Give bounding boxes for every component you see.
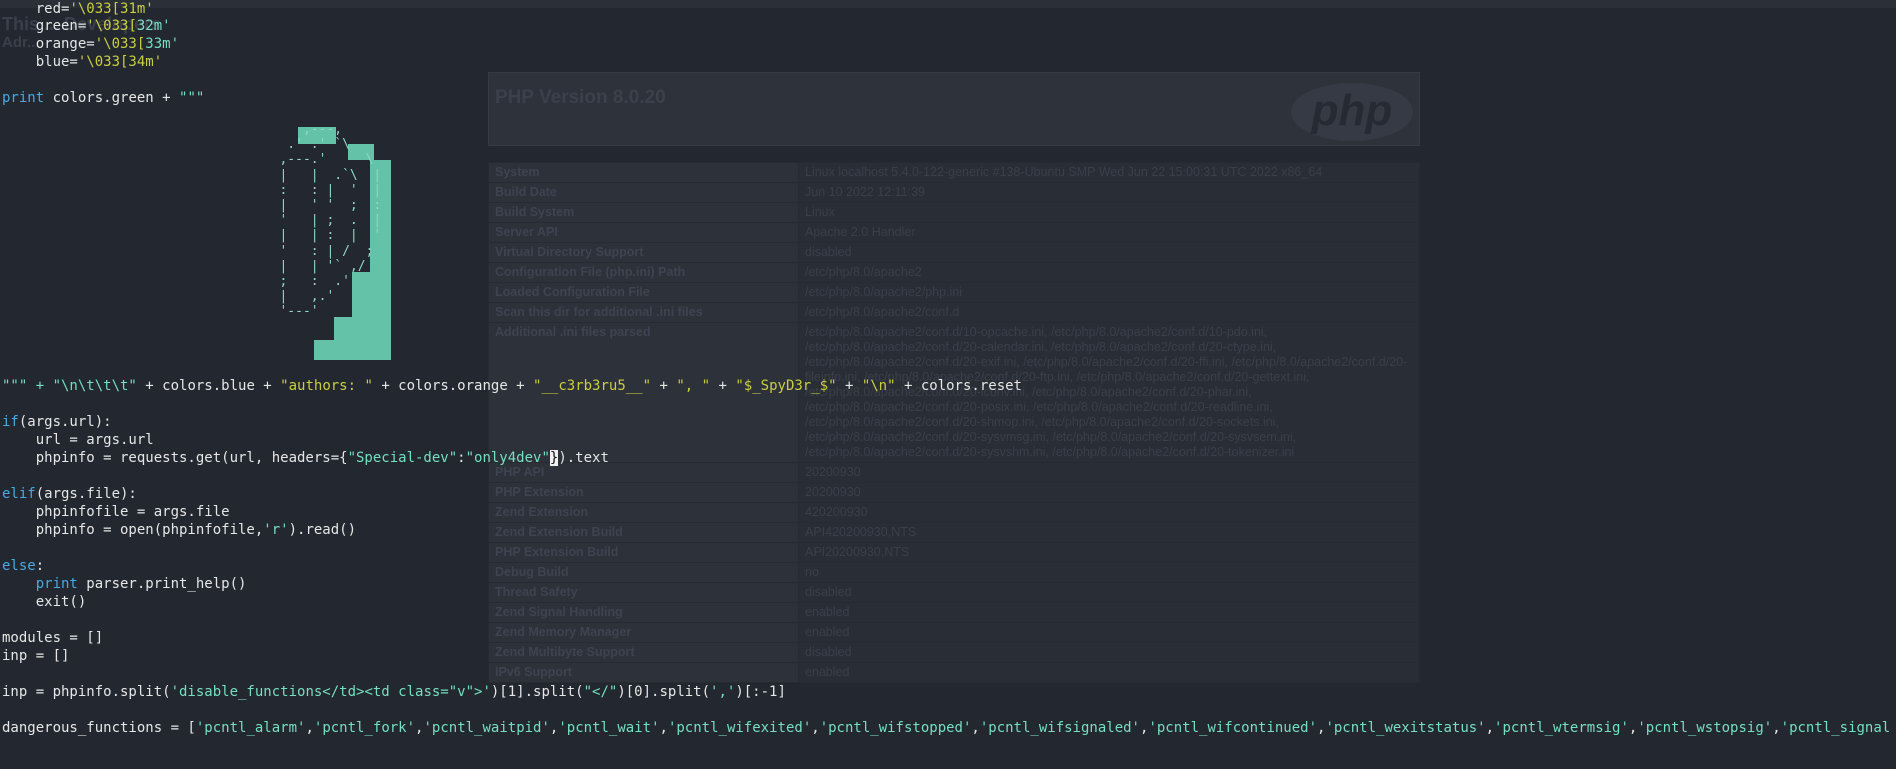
code-line-open: phpinfo = open(phpinfofile,'r').read() [2, 522, 357, 538]
banner-segment: "\n" [861, 378, 896, 394]
dangerous-function-item: 'pcntl_signal' [1780, 720, 1892, 736]
dangerous-function-item: 'pcntl_wifstopped' [819, 720, 972, 736]
code-line-orange: orange='\033[33m' [2, 36, 180, 52]
banner-segment: "authors: " [280, 378, 373, 394]
banner-segment: + [836, 378, 862, 394]
terminal-editor[interactable]: red='\033[31m' green='\033[32m' orange='… [0, 0, 1896, 769]
code-line-blue: blue='\033[34m' [2, 54, 163, 70]
banner-segment: + colors.reset [895, 378, 1022, 394]
banner-segment: + colors.blue + [136, 378, 281, 394]
code-line-if: if(args.url): [2, 414, 112, 430]
dangerous-function-item: 'pcntl_wifsignaled' [979, 720, 1140, 736]
code-line-red: red='\033[31m' [2, 1, 154, 17]
banner-segment: "__c3rb3ru5__" [533, 378, 652, 394]
code-line-dangerous-functions: dangerous_functions = ['pcntl_alarm','pc… [2, 719, 1892, 737]
banner-segment: "\n\t\t\t" [52, 378, 137, 394]
code-line-inp: inp = [] [2, 648, 70, 664]
code-line-green: green='\033[32m' [2, 18, 171, 34]
dangerous-function-item: 'pcntl_wstopsig' [1637, 720, 1773, 736]
banner-segment: "$_SpyD3r_$" [735, 378, 837, 394]
code-line-print-help: print parser.print_help() [2, 576, 247, 592]
dangerous-function-item: 'pcntl_alarm' [195, 720, 306, 736]
dangerous-function-item: 'pcntl_wifcontinued' [1148, 720, 1318, 736]
banner-segment: ", " [676, 378, 711, 394]
code-line-elif: elif(args.file): [2, 486, 137, 502]
dangerous-function-item: 'pcntl_fork' [313, 720, 416, 736]
code-line-modules: modules = [] [2, 630, 104, 646]
banner-segment: + [710, 378, 736, 394]
code-line-else: else: [2, 558, 45, 574]
code-line-phpinfofile: phpinfofile = args.file [2, 504, 230, 520]
code-line-split: inp = phpinfo.split('disable_functions</… [2, 684, 786, 700]
banner-segment: + colors.orange + [372, 378, 534, 394]
banner-segment: + [651, 378, 677, 394]
dangerous-function-item: 'pcntl_wtermsig' [1494, 720, 1629, 736]
code-line-print-green: print colors.green + """ [2, 90, 205, 106]
ascii-art-banner: ,---, .' .' `\ ,---.' \ | | .`\ | : : | … [256, 122, 391, 360]
dangerous-function-item: 'pcntl_wexitstatus' [1325, 720, 1486, 736]
code-line-banner: """ + "\n\t\t\t" + colors.blue + "author… [2, 377, 1022, 395]
dangerous-function-item: 'pcntl_waitpid' [423, 720, 550, 736]
code-line-exit: exit() [2, 594, 87, 610]
banner-segment: """ + [2, 378, 53, 394]
ascii-art-text: ,---, .' .' `\ ,---.' \ | | .`\ | : : | … [279, 122, 382, 320]
code-line-url: url = args.url [2, 432, 154, 448]
code-line-requests: phpinfo = requests.get(url, headers={"Sp… [2, 450, 609, 466]
dangerous-functions-assign: dangerous_functions = [ [2, 720, 196, 736]
dangerous-function-item: 'pcntl_wifexited' [667, 720, 812, 736]
dangerous-function-item: 'pcntl_wait' [558, 720, 660, 736]
